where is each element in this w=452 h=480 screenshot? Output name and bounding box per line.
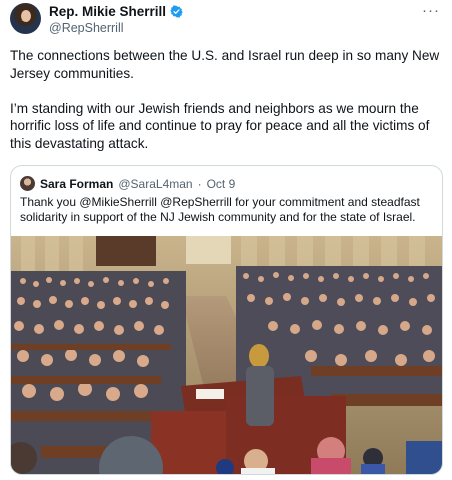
tweet-paragraph-1: The connections between the U.S. and Isr… — [10, 48, 440, 81]
author-handle[interactable]: @RepSherrill — [49, 21, 124, 35]
quoted-tweet[interactable]: Sara Forman @SaraL4man · Oct 9 Thank you… — [10, 165, 443, 475]
author-avatar[interactable] — [10, 3, 41, 34]
quoted-tweet-photo[interactable] — [11, 236, 443, 475]
quoted-author-handle[interactable]: @SaraL4man — [118, 177, 192, 191]
more-options-icon[interactable]: ··· — [422, 2, 440, 19]
quoted-tweet-text: Thank you @MikieSherrill @RepSherrill fo… — [20, 195, 420, 224]
quoted-tweet-header: Sara Forman @SaraL4man · Oct 9 — [20, 176, 235, 191]
avatar-face-shape — [21, 10, 31, 22]
quoted-date[interactable]: Oct 9 — [207, 177, 236, 191]
tweet-card: Rep. Mikie Sherrill @RepSherrill ··· The… — [0, 0, 452, 480]
author-display-name[interactable]: Rep. Mikie Sherrill — [49, 4, 166, 19]
quoted-author-avatar[interactable] — [20, 176, 35, 191]
quoted-separator: · — [197, 176, 202, 191]
tweet-paragraph-2: I’m standing with our Jewish friends and… — [10, 100, 430, 151]
verified-badge-icon — [170, 5, 183, 18]
tweet-text: The connections between the U.S. and Isr… — [10, 47, 442, 170]
author-name-row: Rep. Mikie Sherrill — [49, 4, 183, 19]
quoted-author-name[interactable]: Sara Forman — [40, 177, 113, 191]
